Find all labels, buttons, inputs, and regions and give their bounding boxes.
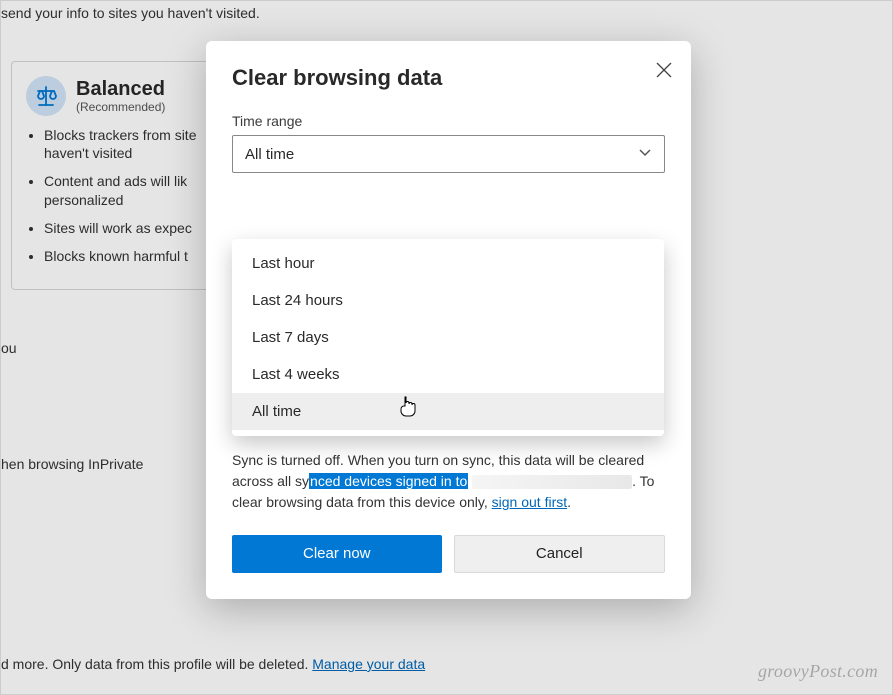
- option-last-7-days[interactable]: Last 7 days: [232, 319, 664, 356]
- option-last-4-weeks[interactable]: Last 4 weeks: [232, 356, 664, 393]
- settings-page: send your info to sites you haven't visi…: [0, 0, 893, 695]
- option-last-hour[interactable]: Last hour: [232, 245, 664, 282]
- cancel-button[interactable]: Cancel: [454, 535, 666, 573]
- select-value: All time: [245, 146, 294, 163]
- sync-suffix: .: [567, 494, 571, 510]
- dialog-buttons: Clear now Cancel: [232, 535, 665, 573]
- sync-info: Sync is turned off. When you turn on syn…: [232, 450, 665, 513]
- clear-browsing-data-dialog: Clear browsing data Time range All time …: [206, 41, 691, 599]
- chevron-down-icon: [638, 145, 652, 163]
- pointer-cursor-icon: [399, 395, 417, 420]
- time-range-select[interactable]: All time: [232, 135, 665, 173]
- close-icon[interactable]: [655, 61, 673, 79]
- time-range-dropdown: Last hour Last 24 hours Last 7 days Last…: [232, 239, 664, 436]
- sign-out-link[interactable]: sign out first: [492, 494, 567, 510]
- option-all-time[interactable]: All time: [232, 393, 664, 430]
- dialog-title: Clear browsing data: [232, 65, 665, 91]
- clear-now-button[interactable]: Clear now: [232, 535, 442, 573]
- option-last-24-hours[interactable]: Last 24 hours: [232, 282, 664, 319]
- time-range-label: Time range: [232, 113, 665, 129]
- sync-highlight: nced devices signed in to: [309, 473, 468, 489]
- redacted-account: [472, 475, 632, 489]
